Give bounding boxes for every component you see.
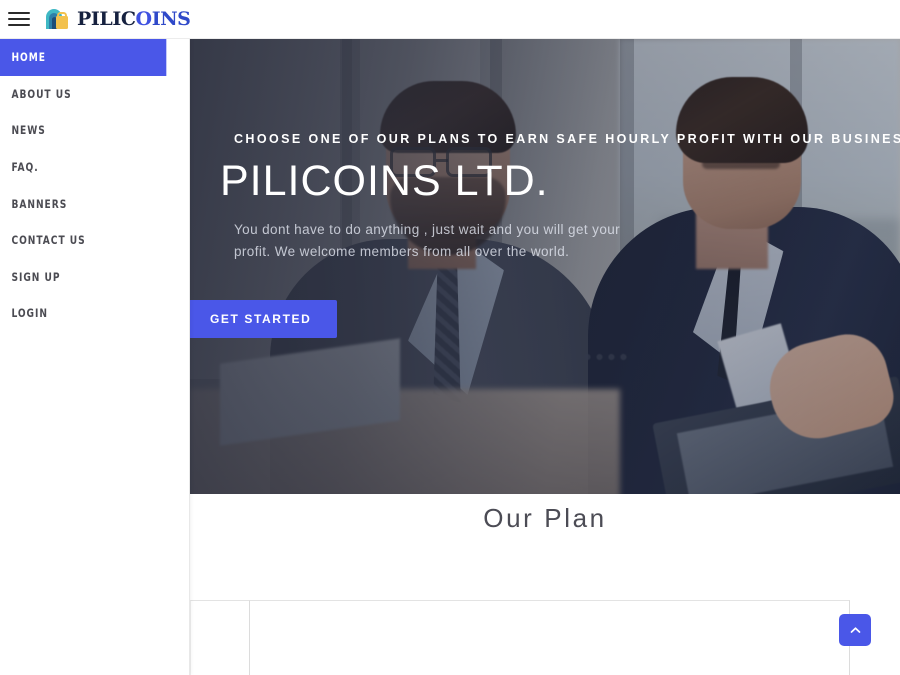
plan-section: Our Plan <box>190 494 900 675</box>
sidebar-item-label: HOME <box>11 50 46 65</box>
plan-table <box>190 600 850 675</box>
hero-cta-button[interactable]: GET STARTED <box>190 300 338 338</box>
plan-table-left-column <box>190 600 250 675</box>
sidebar-item-login[interactable]: LOGIN <box>0 295 166 332</box>
sidebar-item-label: CONTACT US <box>11 233 86 248</box>
logo-text: PILICOINS <box>77 7 191 30</box>
sidebar-item-label: NEWS <box>11 123 46 138</box>
sidebar-item-label: BANNERS <box>11 196 68 211</box>
chevron-up-icon <box>850 626 860 633</box>
sidebar-item-label: LOGIN <box>11 306 48 321</box>
sidebar-item-label: SIGN UP <box>11 269 61 284</box>
site-logo[interactable]: PILICOINS <box>44 7 191 31</box>
sidebar-item-news[interactable]: NEWS <box>0 112 166 149</box>
hero-eyebrow-text: CHOOSE ONE OF OUR PLANS TO EARN SAFE HOU… <box>234 132 900 146</box>
top-bar: PILICOINS <box>0 0 900 39</box>
hero-subtitle: You dont have to do anything , just wait… <box>234 222 621 259</box>
logo-mark-icon <box>44 7 72 31</box>
sidebar-item-sign-up[interactable]: SIGN UP <box>0 259 166 296</box>
sidebar-item-about-us[interactable]: ABOUT US <box>0 76 166 113</box>
plan-section-title: Our Plan <box>483 503 607 533</box>
sidebar-item-label: FAQ. <box>11 160 39 175</box>
sidebar-item-label: ABOUT US <box>11 86 72 101</box>
hamburger-menu-icon[interactable] <box>8 7 32 31</box>
scroll-to-top-button[interactable] <box>839 614 871 646</box>
hero-banner: CHOOSE ONE OF OUR PLANS TO EARN SAFE HOU… <box>190 39 900 494</box>
hamburger-line-2 <box>8 18 30 20</box>
hamburger-line-1 <box>8 12 30 14</box>
sidebar-item-home[interactable]: HOME <box>0 39 167 76</box>
logo-text-part-a: PILIC <box>77 7 136 30</box>
sidebar-item-banners[interactable]: BANNERS <box>0 185 166 222</box>
sidebar-navigation: HOME ABOUT US NEWS FAQ. BANNERS CONTACT … <box>0 39 190 675</box>
sidebar-item-faq[interactable]: FAQ. <box>0 149 166 186</box>
sidebar-item-contact-us[interactable]: CONTACT US <box>0 222 166 259</box>
plan-table-main-column <box>250 600 850 675</box>
hero-title: PILICOINS LTD. <box>220 157 549 205</box>
logo-text-part-b: INS <box>151 7 191 30</box>
logo-text-part-o: O <box>135 7 153 30</box>
hamburger-line-3 <box>8 24 30 26</box>
hero-content: CHOOSE ONE OF OUR PLANS TO EARN SAFE HOU… <box>190 39 900 494</box>
